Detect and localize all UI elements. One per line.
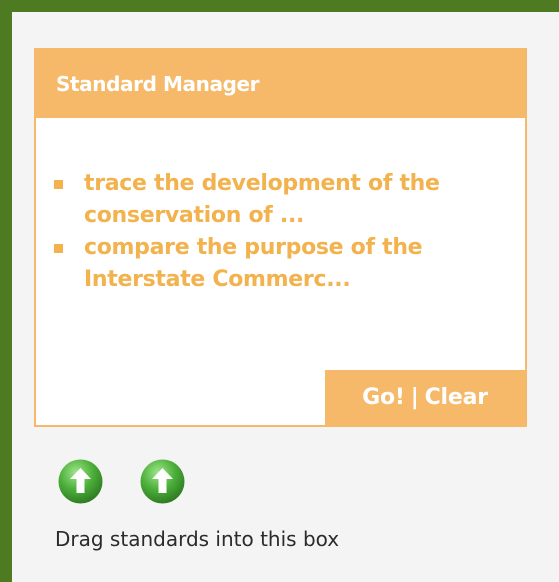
up-arrow-icon (58, 459, 103, 504)
up-arrow-icon (140, 459, 185, 504)
bullet-icon (54, 180, 63, 189)
standard-item[interactable]: trace the development of the conservatio… (36, 168, 525, 232)
manager-action-bar: Go! | Clear (325, 370, 525, 425)
standard-item[interactable]: compare the purpose of the Interstate Co… (36, 232, 525, 296)
standard-text: compare the purpose of the Interstate Co… (84, 235, 423, 292)
standard-text: trace the development of the conservatio… (84, 171, 440, 228)
move-up-button-2[interactable] (139, 458, 186, 505)
go-button[interactable]: Go! (362, 385, 405, 410)
standard-manager-header: Standard Manager (36, 50, 525, 118)
drag-hint-text: Drag standards into this box (55, 527, 340, 551)
move-up-button-1[interactable] (57, 458, 104, 505)
bullet-icon (54, 244, 63, 253)
clear-button[interactable]: Clear (425, 385, 489, 410)
standard-manager-panel: Standard Manager trace the development o… (12, 12, 559, 582)
standards-list: trace the development of the conservatio… (36, 168, 525, 296)
action-separator: | (410, 385, 419, 410)
standard-manager-box[interactable]: Standard Manager trace the development o… (34, 48, 527, 427)
standard-manager-title: Standard Manager (56, 72, 260, 96)
